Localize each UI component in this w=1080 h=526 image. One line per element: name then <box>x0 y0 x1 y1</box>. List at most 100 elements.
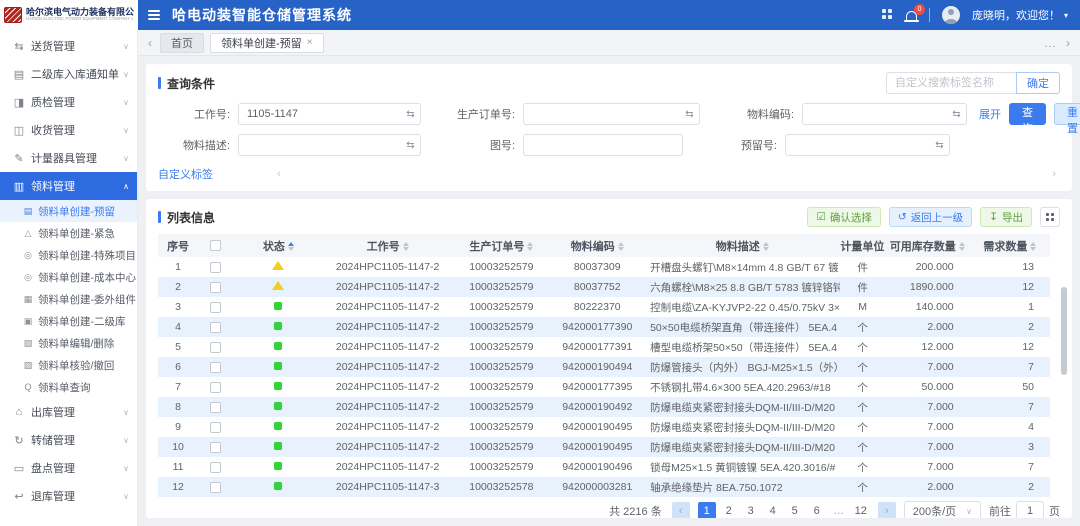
sidebar-subitem-create-reserved[interactable]: ▤ 领料单创建-预留 <box>0 200 137 222</box>
row-checkbox[interactable] <box>210 482 221 493</box>
prev-page-button[interactable]: ‹ <box>672 502 690 518</box>
col-work-no[interactable]: 工作号 <box>323 234 452 257</box>
select-from-list-icon[interactable]: ⇆ <box>680 103 700 125</box>
col-status[interactable]: 状态 <box>234 234 323 257</box>
sidebar-subitem-edit-delete[interactable]: ▧ 领料单编辑/删除 <box>0 332 137 354</box>
export-button[interactable]: ↧ 导出 <box>980 207 1032 227</box>
tab-more-icon[interactable]: … <box>1044 36 1056 50</box>
search-button[interactable]: 查询 <box>1009 103 1046 125</box>
row-select <box>198 277 234 297</box>
calendar-icon: ▤ <box>22 206 34 217</box>
sidebar-subitem-create-secondary-store[interactable]: ▣ 领料单创建-二级库 <box>0 310 137 332</box>
sort-icon[interactable] <box>288 242 294 251</box>
sidebar-subitem-create-special-project[interactable]: ◎ 领料单创建-特殊项目 <box>0 244 137 266</box>
production-order-input[interactable] <box>523 103 683 125</box>
sidebar-item-measuring-tools[interactable]: ✎ 计量器具管理 ∨ <box>0 144 137 172</box>
row-checkbox[interactable] <box>210 302 221 313</box>
row-material-desc: 不锈钢扎带4.6×300 5EA.420.2963/#18 <box>644 377 840 397</box>
fullscreen-icon[interactable] <box>882 9 894 21</box>
page-number[interactable]: 3 <box>742 502 760 518</box>
user-menu[interactable]: 庞晓明，欢迎您！ ▾ <box>972 7 1068 23</box>
material-code-input[interactable] <box>802 103 950 125</box>
sidebar-item-return[interactable]: ↩ 退库管理 ∨ <box>0 482 137 510</box>
col-material-desc[interactable]: 物料描述 <box>644 234 840 257</box>
tab-home[interactable]: 首页 <box>160 33 204 53</box>
row-checkbox[interactable] <box>210 402 221 413</box>
material-desc-input[interactable] <box>238 134 404 156</box>
select-from-list-icon[interactable]: ⇆ <box>947 103 967 125</box>
goto-page-input[interactable] <box>1016 501 1044 518</box>
col-material-code[interactable]: 物料编码 <box>550 234 644 257</box>
confirm-select-button[interactable]: ☑ 确认选择 <box>807 207 880 227</box>
back-up-level-button[interactable]: ↺ 返回上一级 <box>889 207 972 227</box>
tab-requisition-create-reserved[interactable]: 领料单创建-预留 × <box>210 33 324 53</box>
row-checkbox[interactable] <box>210 342 221 353</box>
row-available-qty: 7.000 <box>885 397 970 417</box>
work-no-input[interactable] <box>238 103 404 125</box>
sidebar-subitem-create-urgent[interactable]: △ 领料单创建-紧急 <box>0 222 137 244</box>
row-checkbox[interactable] <box>210 362 221 373</box>
page-number[interactable]: 6 <box>808 502 826 518</box>
tab-scroll-right-icon[interactable]: › <box>1064 36 1072 50</box>
sidebar-subitem-create-cost-center[interactable]: ◎ 领料单创建-成本中心 <box>0 266 137 288</box>
col-unit[interactable]: 计量单位 <box>840 234 885 257</box>
sidebar-subitem-create-outsourced[interactable]: ▦ 领料单创建-委外组件 <box>0 288 137 310</box>
sidebar-item-stocktake[interactable]: ▭ 盘点管理 ∨ <box>0 454 137 482</box>
col-available-qty[interactable]: 可用库存数量 <box>885 234 970 257</box>
sidebar-item-material-requisition[interactable]: ▥ 领料管理 ∧ <box>0 172 137 200</box>
tags-scroll-right-icon[interactable]: › <box>1052 168 1056 180</box>
page-size-select[interactable]: 200条/页 ∨ <box>904 501 981 518</box>
next-page-button[interactable]: › <box>878 502 896 518</box>
row-select <box>198 297 234 317</box>
select-from-list-icon[interactable]: ⇆ <box>930 134 950 156</box>
sort-icon[interactable] <box>763 242 769 251</box>
row-material-desc: 六角螺栓\M8×25 8.8 GB/T 5783 镀锌铬钝 <box>644 277 840 297</box>
sidebar-item-outbound[interactable]: ⌂ 出库管理 ∨ <box>0 398 137 426</box>
vertical-scrollbar[interactable] <box>1061 287 1067 375</box>
sort-icon[interactable] <box>527 242 533 251</box>
row-checkbox[interactable] <box>210 282 221 293</box>
sort-icon[interactable] <box>618 242 624 251</box>
sidebar-item-delivery[interactable]: ⇆ 送货管理 ∨ <box>0 32 137 60</box>
sidebar-item-quality-check[interactable]: ◨ 质检管理 ∨ <box>0 88 137 116</box>
close-icon[interactable]: × <box>307 37 313 48</box>
col-order-no[interactable]: 生产订单号 <box>452 234 550 257</box>
notification-bell-icon[interactable]: 0 <box>906 11 917 20</box>
sidebar-subitem-verify-recall[interactable]: ▨ 领料单核验/撤回 <box>0 354 137 376</box>
sidebar-subitem-query[interactable]: Q 领料单查询 <box>0 376 137 398</box>
col-demand-qty[interactable]: 需求数量 <box>970 234 1050 257</box>
query-panel: 查询条件 确定 工作号: ⇆ 生产订单号: ⇆ <box>146 64 1072 191</box>
reservation-no-input[interactable] <box>785 134 933 156</box>
select-from-list-icon[interactable]: ⇆ <box>401 134 421 156</box>
sidebar-item-transfer[interactable]: ↻ 转储管理 ∨ <box>0 426 137 454</box>
tag-search-input[interactable] <box>886 72 1016 94</box>
sort-icon[interactable] <box>403 242 409 251</box>
row-checkbox[interactable] <box>210 442 221 453</box>
sidebar-item-secondary-inbound-notice[interactable]: ▤ 二级库入库通知单 ∨ <box>0 60 137 88</box>
sidebar-collapse-icon[interactable] <box>148 10 160 20</box>
tab-scroll-left-icon[interactable]: ‹ <box>146 36 154 50</box>
tags-scroll-left-icon[interactable]: ‹ <box>277 168 281 180</box>
page-number[interactable]: 5 <box>786 502 804 518</box>
row-checkbox[interactable] <box>210 322 221 333</box>
reset-button[interactable]: 重置 <box>1054 103 1080 125</box>
custom-tags-link[interactable]: 自定义标签 <box>158 166 213 182</box>
select-all-checkbox[interactable] <box>210 240 221 251</box>
select-from-list-icon[interactable]: ⇆ <box>401 103 421 125</box>
drawing-no-input[interactable] <box>523 134 683 156</box>
page-number[interactable]: 12 <box>852 502 870 518</box>
page-number[interactable]: 4 <box>764 502 782 518</box>
user-avatar[interactable] <box>942 6 960 24</box>
tag-search-confirm-button[interactable]: 确定 <box>1016 72 1060 94</box>
expand-link[interactable]: 展开 <box>979 106 1001 122</box>
sort-icon[interactable] <box>959 242 965 251</box>
row-checkbox[interactable] <box>210 382 221 393</box>
sidebar-item-receiving[interactable]: ◫ 收货管理 ∨ <box>0 116 137 144</box>
row-checkbox[interactable] <box>210 422 221 433</box>
column-settings-icon[interactable] <box>1040 207 1060 227</box>
page-number[interactable]: 2 <box>720 502 738 518</box>
sort-icon[interactable] <box>1030 242 1036 251</box>
row-checkbox[interactable] <box>210 262 221 273</box>
page-number[interactable]: 1 <box>698 502 716 518</box>
row-checkbox[interactable] <box>210 462 221 473</box>
